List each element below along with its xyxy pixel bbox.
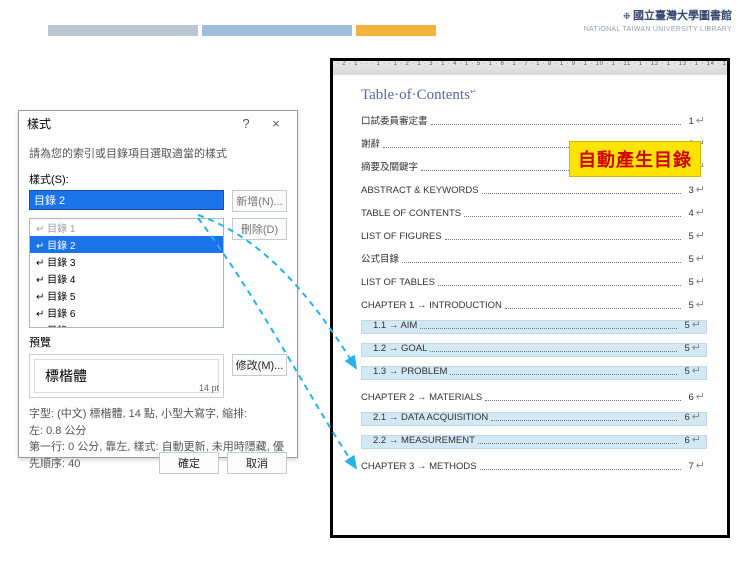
style-list-item[interactable]: ↵ 目錄 3 [30,253,223,270]
preview-sample: 標楷體 [34,359,219,393]
horizontal-ruler: · 2 · 1 · · · 1 · · 1 · 2 · 1 · 3 · 1 · … [333,61,727,75]
style-dialog: 樣式 ? × 請為您的索引或目錄項目選取適當的樣式 樣式(S): 目錄 2 新增… [18,110,298,458]
style-list-item[interactable]: ↵ 目錄 5 [30,287,223,304]
toc-entry-level2: 2.1 → DATA ACQUISITION6↵ [361,412,707,426]
help-button[interactable]: ? [231,111,261,137]
header-band: ❉ 國立臺灣大學圖書館 NATIONAL TAIWAN UNIVERSITY L… [48,25,732,41]
preview-box: 標楷體 14 pt [29,354,224,398]
toc-entry-level1: 公式目錄5↵ [361,251,707,265]
style-listbox[interactable]: ↵ 目錄 1↵ 目錄 2↵ 目錄 3↵ 目錄 4↵ 目錄 5↵ 目錄 6↵ 目錄… [29,218,224,328]
delete-button[interactable]: 刪除(D) [232,218,287,240]
new-button[interactable]: 新增(N)... [232,190,287,212]
style-name-input[interactable]: 目錄 2 [29,190,224,210]
styles-label: 樣式(S): [29,171,287,187]
university-name: 國立臺灣大學圖書館 [633,10,732,22]
cancel-button[interactable]: 取消 [227,452,287,474]
document-page: Table·of·Contents↵ 口試委員審定書1↵謝辭2↵摘要及關鍵字3↵… [333,75,727,489]
toc-entry-level1: TABLE OF CONTENTS4↵ [361,205,707,219]
style-list-item[interactable]: ↵ 目錄 7 [30,321,223,328]
toc-title: Table·of·Contents↵ [361,87,707,104]
university-name-en: NATIONAL TAIWAN UNIVERSITY LIBRARY [584,26,732,33]
logo-glyph: ❉ [623,11,633,21]
ok-button[interactable]: 確定 [159,452,219,474]
toc-entry-level2: 1.2 → GOAL5↵ [361,343,707,357]
toc-entry-level1: 口試委員審定書1↵ [361,113,707,127]
dialog-titlebar: 樣式 ? × [19,111,297,137]
toc-entry-level1: CHAPTER 1 → INTRODUCTION5↵ [361,297,707,311]
toc-entry-level1: LIST OF TABLES5↵ [361,274,707,288]
close-button[interactable]: × [261,111,291,137]
toc-entry-level1: CHAPTER 3 → METHODS7↵ [361,458,707,472]
modify-button[interactable]: 修改(M)... [232,354,287,376]
style-list-item[interactable]: ↵ 目錄 6 [30,304,223,321]
auto-toc-callout: 自動產生目錄 [569,141,701,177]
style-list-item[interactable]: ↵ 目錄 1 [30,219,223,236]
dialog-instruction: 請為您的索引或目錄項目選取適當的樣式 [29,145,287,161]
toc-entry-level1: CHAPTER 2 → MATERIALS6↵ [361,389,707,403]
style-list-item[interactable]: ↵ 目錄 2 [30,236,223,253]
preview-pt: 14 pt [199,383,219,393]
toc-entry-level1: ABSTRACT & KEYWORDS3↵ [361,182,707,196]
toc-entry-level2: 1.1 → AIM5↵ [361,320,707,334]
toc-entry-level2: 2.2 → MEASUREMENT6↵ [361,435,707,449]
library-logo: ❉ 國立臺灣大學圖書館 NATIONAL TAIWAN UNIVERSITY L… [584,7,732,33]
toc-entry-level2: 1.3 → PROBLEM5↵ [361,366,707,380]
document-panel: · 2 · 1 · · · 1 · · 1 · 2 · 1 · 3 · 1 · … [330,58,730,538]
dialog-title: 樣式 [27,111,231,137]
paragraph-mark-icon: ↵ [470,87,477,96]
preview-label: 預覽 [29,334,287,350]
toc-entry-level1: LIST OF FIGURES5↵ [361,228,707,242]
style-list-item[interactable]: ↵ 目錄 4 [30,270,223,287]
